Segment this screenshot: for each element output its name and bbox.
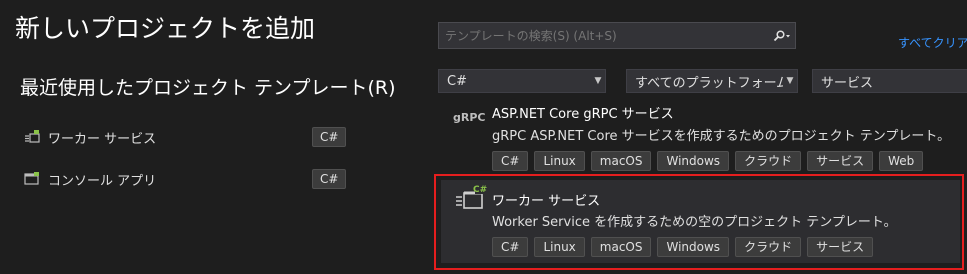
- language-filter-value: C#: [447, 73, 467, 89]
- language-badge: C#: [312, 169, 347, 189]
- tag: Linux: [534, 237, 585, 257]
- worker-service-icon: [22, 129, 42, 145]
- template-tags: C# Linux macOS Windows クラウド サービス: [492, 237, 874, 257]
- template-search-input[interactable]: [445, 28, 769, 43]
- project-type-filter-value: サービス: [821, 75, 874, 91]
- project-type-filter[interactable]: サービス: [812, 69, 967, 93]
- template-tags: C# Linux macOS Windows クラウド サービス Web: [492, 151, 924, 171]
- template-item-grpc[interactable]: gRPC ASP.NET Core gRPC サービス gRPC ASP.NET…: [440, 100, 964, 172]
- template-title: ASP.NET Core gRPC サービス: [492, 107, 674, 122]
- tag: Windows: [657, 151, 730, 171]
- tag: クラウド: [735, 237, 802, 257]
- csharp-badge-icon: C#: [473, 185, 488, 195]
- template-item-worker-service[interactable]: C# ワーカー サービス Worker Service を作成するための空のプロ…: [434, 174, 964, 270]
- platform-filter[interactable]: すべてのプラットフォーム(… ▼: [626, 69, 798, 93]
- chevron-down-icon: ▼: [786, 76, 794, 86]
- console-app-icon: [22, 171, 42, 187]
- tag: Linux: [534, 151, 585, 171]
- recent-templates-heading: 最近使用したプロジェクト テンプレート(R): [20, 77, 396, 99]
- recent-item-worker-service[interactable]: ワーカー サービス C#: [22, 126, 362, 148]
- tag: C#: [492, 151, 529, 171]
- tag: Web: [879, 151, 924, 171]
- tag: サービス: [807, 237, 874, 257]
- search-icon[interactable]: [769, 29, 795, 42]
- tag: C#: [492, 237, 529, 257]
- template-search-box[interactable]: [438, 22, 796, 49]
- chevron-down-icon: ▼: [594, 76, 602, 86]
- grpc-icon: gRPC: [453, 111, 486, 124]
- clear-all-link[interactable]: すべてクリア(C): [898, 34, 967, 51]
- tag: macOS: [590, 237, 652, 257]
- tag: サービス: [807, 151, 874, 171]
- platform-filter-value: すべてのプラットフォーム(…: [635, 75, 783, 91]
- language-badge: C#: [312, 127, 347, 147]
- scroll-clip: [440, 100, 964, 105]
- template-title: ワーカー サービス: [492, 194, 601, 209]
- page-title: 新しいプロジェクトを追加: [15, 14, 316, 43]
- template-description: gRPC ASP.NET Core サービスを作成するためのプロジェクト テンプ…: [492, 129, 951, 144]
- recent-item-console-app[interactable]: コンソール アプリ C#: [22, 168, 362, 190]
- tag: macOS: [590, 151, 652, 171]
- language-filter[interactable]: C# ▼: [438, 69, 606, 93]
- selected-template-background: C# ワーカー サービス Worker Service を作成するための空のプロ…: [441, 180, 960, 263]
- template-description: Worker Service を作成するための空のプロジェクト テンプレート。: [492, 215, 897, 230]
- tag: クラウド: [735, 151, 802, 171]
- tag: Windows: [657, 237, 730, 257]
